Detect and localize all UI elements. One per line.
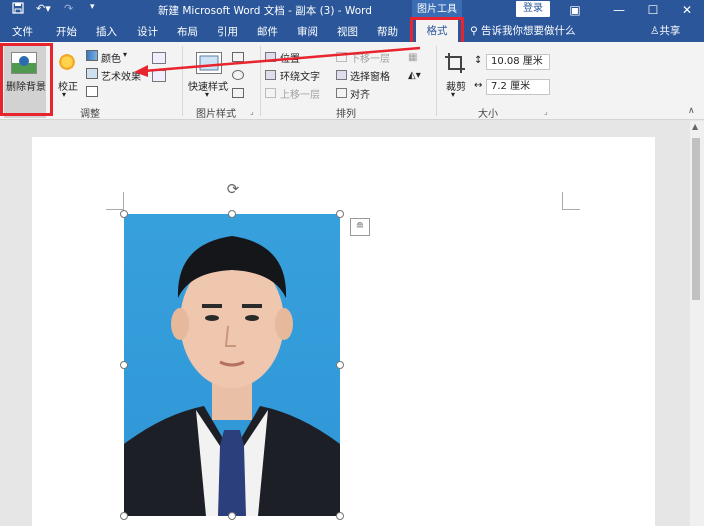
- search-icon: ⚲: [470, 25, 482, 37]
- login-button[interactable]: 登录: [516, 1, 550, 17]
- align-button[interactable]: 对齐: [350, 86, 370, 101]
- ribbon-display-icon[interactable]: ▣: [562, 0, 588, 20]
- customize-quick-access-icon[interactable]: ▾: [90, 2, 95, 12]
- tab-help[interactable]: 帮助: [377, 24, 398, 39]
- title-bar: ↶▾ ↷ ▾ 新建 Microsoft Word 文档 - 副本 (3) - W…: [0, 0, 704, 20]
- margin-corner-right: [562, 192, 580, 210]
- tab-view[interactable]: 视图: [337, 24, 358, 39]
- width-input[interactable]: 7.2 厘米: [486, 79, 550, 95]
- resize-handle-top[interactable]: [228, 210, 236, 218]
- quick-styles-dropdown-icon[interactable]: ▾: [205, 90, 209, 99]
- tab-mailings[interactable]: 邮件: [257, 24, 278, 39]
- margin-corner-left: [106, 192, 124, 210]
- layout-options-icon[interactable]: ≘: [350, 218, 370, 236]
- correct-dropdown-icon[interactable]: ▾: [62, 90, 66, 99]
- correct-button[interactable]: 校正: [58, 78, 78, 93]
- tell-me-text: 告诉我你想要做什么: [481, 25, 576, 37]
- redo-icon[interactable]: ↷: [64, 2, 73, 15]
- group-separator: [436, 46, 437, 116]
- highlight-box-remove-background: [0, 43, 53, 116]
- tab-file[interactable]: 文件: [12, 24, 33, 39]
- tab-references[interactable]: 引用: [217, 24, 238, 39]
- minimize-icon[interactable]: —: [606, 0, 632, 20]
- scrollbar-thumb[interactable]: [692, 138, 700, 300]
- share-button[interactable]: ♙共享: [650, 23, 680, 38]
- height-icon: ↕: [474, 55, 483, 66]
- width-icon: ↔: [474, 80, 483, 91]
- maximize-icon[interactable]: ☐: [640, 0, 666, 20]
- tab-design[interactable]: 设计: [137, 24, 158, 39]
- rotate-handle-icon[interactable]: ⟳: [224, 180, 242, 198]
- group-label-size: 大小: [478, 109, 498, 120]
- document-title: 新建 Microsoft Word 文档 - 副本 (3) - Word: [158, 5, 372, 17]
- portrait-photo: [124, 236, 340, 516]
- close-icon[interactable]: ✕: [674, 0, 700, 20]
- resize-handle-top-left[interactable]: [120, 210, 128, 218]
- group-label-picture-styles: 图片样式: [196, 109, 236, 120]
- bring-forward-icon: [265, 88, 276, 98]
- collapse-ribbon-icon[interactable]: ∧: [688, 106, 695, 116]
- tab-layout[interactable]: 布局: [177, 24, 198, 39]
- red-arrow-annotation: [134, 46, 421, 77]
- crop-dropdown-icon[interactable]: ▾: [451, 90, 455, 99]
- color-icon: [86, 50, 98, 61]
- undo-icon[interactable]: ↶▾: [36, 2, 51, 15]
- resize-handle-bottom-right[interactable]: [336, 512, 344, 520]
- artistic-effects-icon: [86, 68, 98, 79]
- person-icon: ♙: [650, 25, 660, 37]
- picture-layout-icon[interactable]: [232, 88, 244, 98]
- resize-handle-right[interactable]: [336, 361, 344, 369]
- ribbon-tab-bar: 文件 开始 插入 设计 布局 引用 邮件 审阅 视图 帮助: [0, 20, 704, 42]
- height-value: 10.08 厘米: [491, 56, 543, 67]
- resize-handle-bottom[interactable]: [228, 512, 236, 520]
- color-button[interactable]: 颜色: [101, 50, 121, 65]
- height-input[interactable]: 10.08 厘米: [486, 54, 550, 70]
- resize-handle-top-right[interactable]: [336, 210, 344, 218]
- save-icon[interactable]: [12, 2, 24, 17]
- color-dropdown-icon[interactable]: ▾: [123, 50, 127, 59]
- group-label-arrange: 排列: [336, 109, 356, 120]
- crop-icon: [444, 52, 466, 74]
- tab-home[interactable]: 开始: [56, 24, 77, 39]
- resize-handle-left[interactable]: [120, 361, 128, 369]
- width-value: 7.2 厘米: [491, 81, 531, 92]
- resize-handle-bottom-left[interactable]: [120, 512, 128, 520]
- group-label-adjust: 调整: [80, 109, 100, 120]
- reset-picture-icon[interactable]: [86, 86, 98, 97]
- share-label: 共享: [659, 25, 681, 37]
- tell-me-search[interactable]: ⚲ 告诉我你想要做什么: [470, 23, 576, 38]
- dialog-launcher-icon[interactable]: ⌟: [250, 107, 254, 116]
- tab-review[interactable]: 审阅: [297, 24, 318, 39]
- correct-icon: [57, 52, 77, 72]
- selected-picture[interactable]: [124, 214, 340, 516]
- crop-button[interactable]: 裁剪: [446, 78, 466, 93]
- tab-insert[interactable]: 插入: [96, 24, 117, 39]
- size-dialog-launcher-icon[interactable]: ⌟: [544, 107, 548, 116]
- align-icon: [336, 88, 347, 98]
- scroll-up-icon[interactable]: ▲: [692, 122, 698, 131]
- bring-forward-button[interactable]: 上移一层: [280, 86, 320, 101]
